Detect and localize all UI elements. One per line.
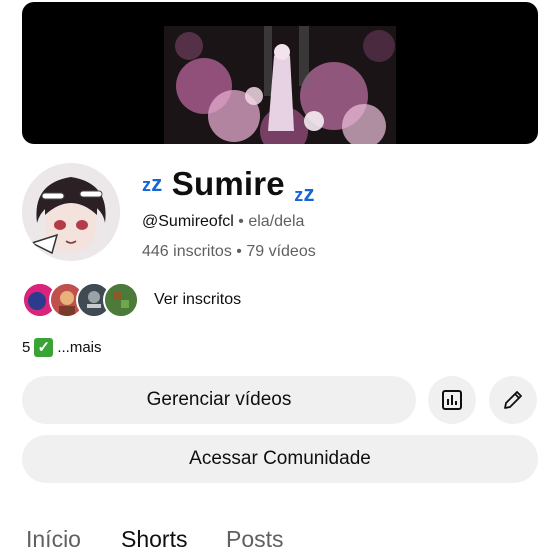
channel-banner [22,2,538,144]
community-button[interactable]: Acessar Comunidade [22,435,538,483]
tab-inicio[interactable]: Início [26,526,81,553]
pencil-icon [504,391,522,409]
edit-channel-button[interactable] [489,376,537,424]
tab-shorts[interactable]: Shorts [121,526,187,553]
separator-dot: • [236,243,242,260]
view-subscribers-link[interactable]: Ver inscritos [154,291,241,309]
avatar-artwork [22,163,120,261]
sleep-icon-right: zz [294,181,315,206]
subscriber-count: 446 inscritos [142,243,232,260]
channel-handle: @Sumireofcl [142,213,234,230]
channel-description[interactable]: 5 ✓ ...mais [22,338,102,357]
channel-avatar[interactable] [22,163,120,261]
description-prefix: 5 [22,339,31,356]
community-label: Acessar Comunidade [189,448,371,469]
channel-name-text: Sumire [171,165,285,202]
tab-posts[interactable]: Posts [226,526,284,553]
subscribers-preview[interactable]: Ver inscritos [22,282,241,318]
analytics-icon [442,390,462,410]
description-more-link[interactable]: ...mais [57,339,101,356]
channel-stats: 446 inscritos • 79 vídeos [142,243,316,261]
manage-videos-button[interactable]: Gerenciar vídeos [22,376,416,424]
subscriber-avatar [103,282,139,318]
channel-tabs: Início Shorts Posts [0,524,560,560]
video-count: 79 vídeos [246,243,316,260]
channel-name: zz Sumire zz [142,162,315,217]
pronouns: ela/dela [248,213,305,230]
sleep-icon-left: zz [142,171,163,196]
handle-row: @Sumireofcl • ela/dela [142,213,304,231]
separator-dot: • [238,213,244,230]
analytics-button[interactable] [428,376,476,424]
check-mark-icon: ✓ [34,338,54,357]
manage-videos-label: Gerenciar vídeos [146,389,292,410]
banner-artwork [164,26,396,144]
